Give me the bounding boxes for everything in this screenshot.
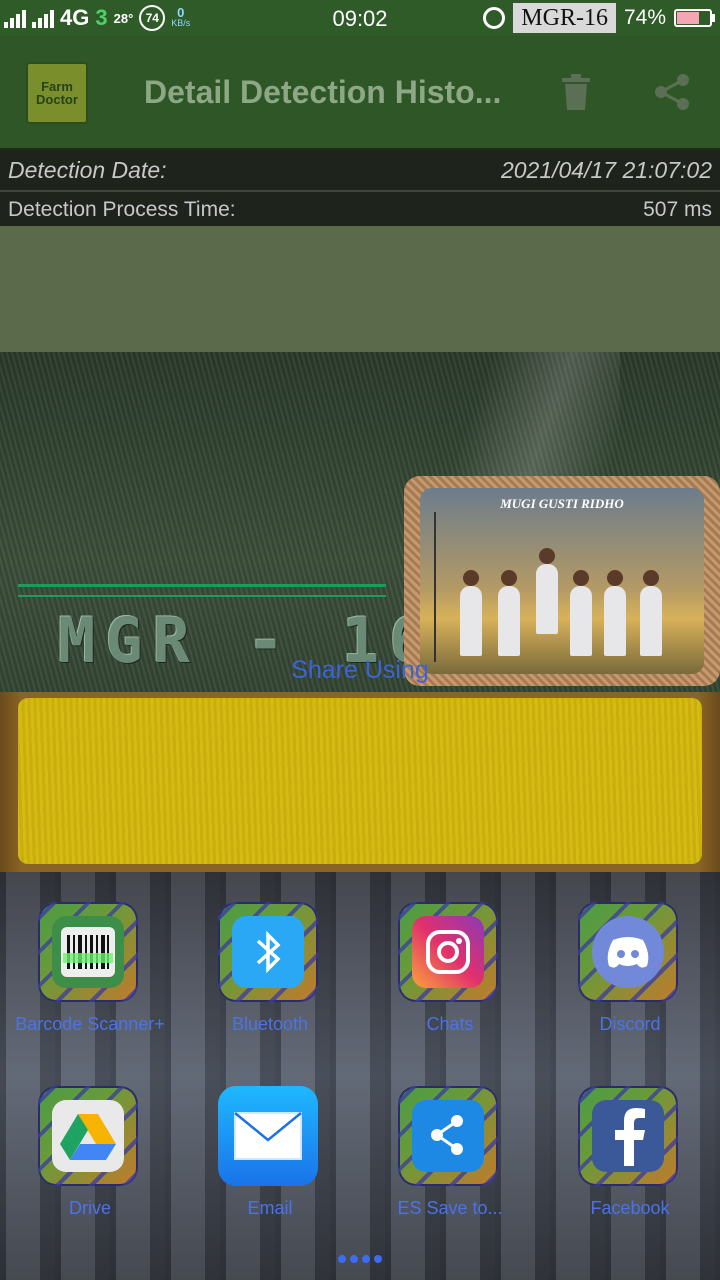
discord-icon (578, 902, 678, 1002)
group-photo-frame: MUGI GUSTI RIDHO (404, 476, 720, 686)
drive-icon (38, 1086, 138, 1186)
group-photo: MUGI GUSTI RIDHO (420, 488, 704, 674)
share-app-email[interactable]: Email (180, 1056, 360, 1226)
barcode-icon (38, 902, 138, 1002)
page-dot[interactable] (362, 1255, 370, 1263)
share-app-grid: Barcode Scanner+ Bluetooth Chats Discord… (0, 872, 720, 1280)
share-app-es-save[interactable]: ES Save to... (360, 1056, 540, 1226)
process-time-label: Detection Process Time: (8, 198, 236, 221)
instagram-icon (398, 902, 498, 1002)
share-app-discord[interactable]: Discord (540, 872, 720, 1042)
status-bar: 4G 3 28° 74 0 KB/s 09:02 MGR-16 74% (0, 0, 720, 36)
process-time-value: 507 ms (643, 198, 712, 221)
wooden-panel (0, 692, 720, 872)
email-icon (218, 1086, 318, 1186)
facebook-icon (578, 1086, 678, 1186)
photo-person (536, 548, 558, 634)
battery-percent: 74% (623, 6, 666, 29)
app-bar: Farm Doctor Detail Detection Histo... (0, 36, 720, 148)
carrier-name: MGR-16 (513, 3, 616, 33)
process-time-row: Detection Process Time: 507 ms (0, 192, 720, 226)
status-right: MGR-16 74% (483, 3, 715, 33)
farm-doctor-logo[interactable]: Farm Doctor (26, 62, 88, 124)
bluetooth-icon (218, 902, 318, 1002)
page-dot[interactable] (350, 1255, 358, 1263)
share-app-drive[interactable]: Drive (0, 1056, 180, 1226)
detection-date-label: Detection Date: (8, 157, 167, 183)
photo-person (570, 570, 592, 656)
share-app-bluetooth[interactable]: Bluetooth (180, 872, 360, 1042)
photo-person (460, 570, 482, 656)
app-label: Chats (426, 1014, 474, 1034)
app-label: ES Save to... (397, 1198, 503, 1218)
photo-person (498, 570, 520, 656)
alarm-icon (483, 7, 506, 29)
app-label: Bluetooth (231, 1014, 309, 1034)
page-indicator[interactable] (0, 1250, 720, 1268)
detection-date-value: 2021/04/17 21:07:02 (500, 157, 712, 183)
battery-fill (677, 12, 699, 24)
share-app-barcode-scanner[interactable]: Barcode Scanner+ (0, 872, 180, 1042)
share-icon[interactable] (652, 72, 692, 112)
app-label: Drive (68, 1198, 111, 1218)
trash-icon[interactable] (558, 74, 594, 110)
app-label: Barcode Scanner+ (15, 1014, 165, 1034)
photo-person (604, 570, 626, 656)
photo-caption: MUGI GUSTI RIDHO (500, 496, 624, 511)
app-label: Facebook (590, 1198, 670, 1218)
share-dialog-title: Share Using (291, 656, 429, 684)
logo-text-doctor: Doctor (36, 92, 78, 107)
yellow-panel-inner (18, 698, 702, 864)
app-label: Email (247, 1198, 293, 1218)
page-dot[interactable] (374, 1255, 382, 1263)
windmill-icon (434, 512, 436, 662)
neon-line-decoration (18, 584, 386, 597)
app-label: Discord (599, 1014, 661, 1034)
detection-date-row: Detection Date: 2021/04/17 21:07:02 (0, 150, 720, 192)
battery-icon (674, 9, 715, 27)
share-app-facebook[interactable]: Facebook (540, 1056, 720, 1226)
photo-person (640, 570, 662, 656)
dimmed-content (0, 226, 720, 352)
share-dialog-background: MGR - 16 MUGI GUSTI RIDHO Share Using (0, 352, 720, 872)
page-dot[interactable] (338, 1255, 346, 1263)
page-title: Detail Detection Histo... (144, 74, 502, 110)
es-file-icon (398, 1086, 498, 1186)
share-app-chats[interactable]: Chats (360, 872, 540, 1042)
